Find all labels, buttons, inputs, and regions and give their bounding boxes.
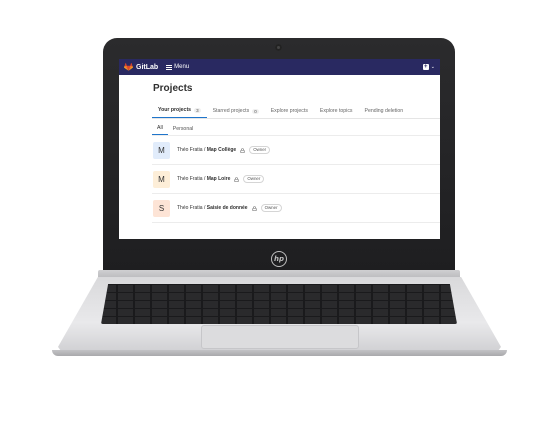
plus-icon: + bbox=[422, 64, 429, 70]
tab-count-badge: 0 bbox=[252, 108, 259, 114]
project-namespace: Théo Fratia / bbox=[177, 176, 207, 182]
project-link[interactable]: Théo Fratia / Map Collège bbox=[177, 147, 236, 153]
tab-label: Pending deletion bbox=[364, 108, 404, 114]
page-title: Projects bbox=[153, 83, 193, 94]
project-avatar[interactable]: M bbox=[153, 170, 170, 188]
filter-all[interactable]: All bbox=[152, 125, 168, 135]
tab-starred-projects[interactable]: Starred projects 0 bbox=[207, 108, 265, 118]
project-name: Map Loire bbox=[206, 176, 231, 182]
tab-explore-projects[interactable]: Explore projects bbox=[265, 108, 314, 118]
project-row[interactable]: M Théo Fratia / Map Collège Owner bbox=[152, 136, 440, 165]
main-content: Projects Your projects 3 Starred project… bbox=[152, 75, 440, 223]
tab-explore-topics[interactable]: Explore topics bbox=[314, 108, 359, 118]
filter-personal[interactable]: Personal bbox=[168, 126, 198, 135]
tab-count-badge: 3 bbox=[194, 107, 201, 113]
tab-label: Starred projects bbox=[212, 108, 250, 114]
menu-label: Menu bbox=[174, 64, 190, 70]
tab-your-projects[interactable]: Your projects 3 bbox=[152, 107, 207, 118]
project-row[interactable]: S Théo Fratia / Saisie de donnée Owner bbox=[152, 194, 440, 223]
menu-button[interactable]: Menu bbox=[166, 64, 189, 70]
role-badge: Owner bbox=[260, 204, 282, 212]
tab-label: Your projects bbox=[158, 107, 192, 113]
hamburger-icon bbox=[166, 64, 173, 70]
lock-icon bbox=[252, 205, 257, 211]
project-row[interactable]: M Théo Fratia / Map Loire Owner bbox=[152, 165, 440, 194]
laptop-screen: GitLab Menu + ⌄ Projects Your projects 3… bbox=[119, 59, 440, 239]
top-navigation-bar: GitLab Menu + ⌄ bbox=[119, 59, 440, 75]
project-avatar[interactable]: M bbox=[153, 141, 170, 159]
brand-name: GitLab bbox=[136, 63, 159, 71]
gitlab-home-link[interactable]: GitLab bbox=[124, 63, 158, 71]
project-name: Saisie de donnée bbox=[206, 205, 248, 211]
tab-label: Explore projects bbox=[270, 108, 308, 114]
webcam bbox=[275, 44, 282, 51]
chevron-down-icon: ⌄ bbox=[430, 64, 435, 70]
lock-icon bbox=[240, 147, 245, 153]
keyboard bbox=[101, 284, 457, 324]
laptop-front-edge bbox=[52, 350, 507, 356]
hp-logo: hp bbox=[271, 251, 287, 267]
role-badge: Owner bbox=[243, 175, 265, 183]
new-dropdown-button[interactable]: + ⌄ bbox=[422, 64, 435, 70]
project-link[interactable]: Théo Fratia / Map Loire bbox=[177, 176, 230, 182]
project-filter-tabs: All Personal bbox=[152, 122, 440, 136]
project-namespace: Théo Fratia / bbox=[177, 147, 207, 153]
project-avatar[interactable]: S bbox=[153, 199, 170, 217]
role-badge: Owner bbox=[249, 146, 271, 154]
tab-label: Explore topics bbox=[319, 108, 353, 114]
gitlab-fox-icon bbox=[124, 63, 133, 71]
touchpad bbox=[201, 325, 359, 349]
tab-pending-deletion[interactable]: Pending deletion bbox=[359, 108, 410, 118]
lock-icon bbox=[234, 176, 239, 182]
project-namespace: Théo Fratia / bbox=[177, 205, 207, 211]
project-name: Map Collège bbox=[206, 147, 237, 153]
project-tabs: Your projects 3 Starred projects 0 Explo… bbox=[152, 103, 440, 119]
project-link[interactable]: Théo Fratia / Saisie de donnée bbox=[177, 205, 248, 211]
